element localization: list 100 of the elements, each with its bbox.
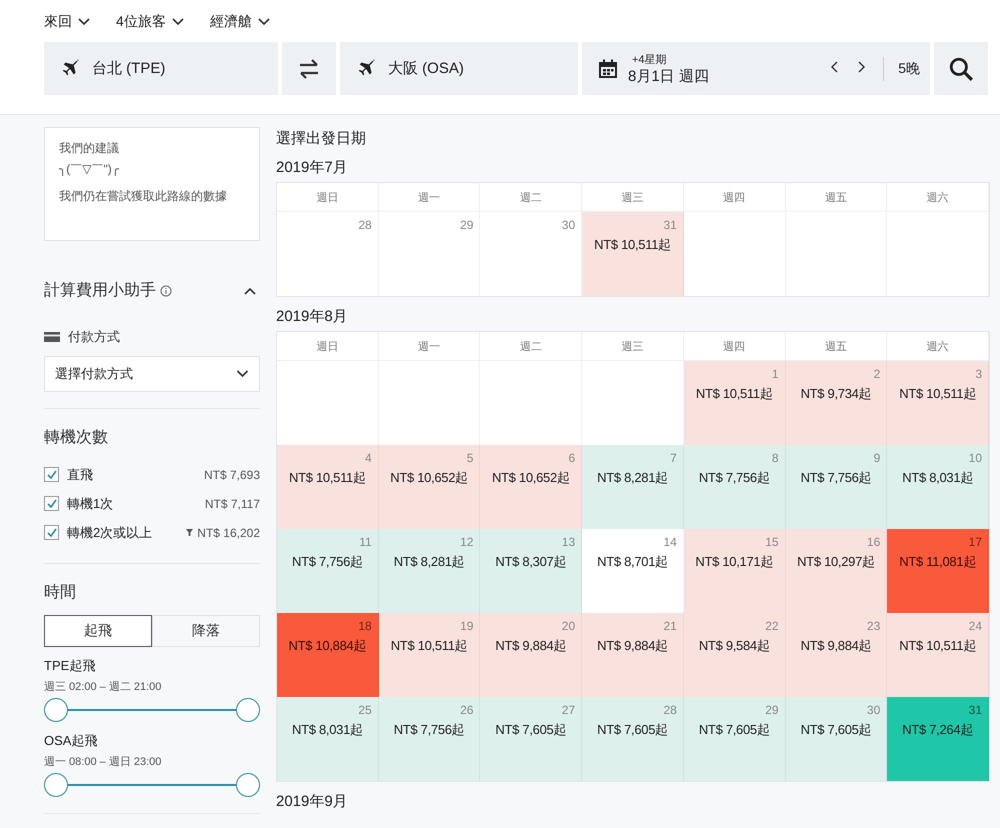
slider-handle[interactable] [44,698,68,722]
swap-button[interactable] [282,42,336,95]
range-value: 週三 02:00 – 週二 21:00 [44,680,162,694]
checkbox[interactable] [44,525,59,540]
day-cell[interactable]: 30 NT$ 7,605起 [786,697,888,781]
day-cell[interactable]: 21 NT$ 9,884起 [582,613,684,697]
day-cell[interactable]: 13 NT$ 8,307起 [480,529,582,613]
day-cell[interactable]: 12 NT$ 8,281起 [378,529,480,613]
month-heading: 2019年8月 [276,307,349,326]
day-number: 13 [562,535,576,549]
day-cell[interactable]: 27 NT$ 7,605起 [480,697,582,781]
toggle-tab[interactable]: 起飛 [44,615,152,647]
price-text: NT$ 7,605起 [698,721,770,739]
dropdown-button[interactable]: 經濟艙 [210,13,270,31]
day-number: 21 [663,619,677,633]
nights-label[interactable]: 5晚 [898,60,920,78]
chevron-down-icon [236,370,249,378]
day-number: 15 [765,535,779,549]
day-number: 16 [866,535,880,549]
chevron-right-icon [857,61,866,73]
origin-field[interactable]: 台北 (TPE) [44,42,278,95]
price-text: NT$ 8,031起 [292,721,363,739]
dropdown-button[interactable]: 4位旅客 [116,13,184,31]
day-cell[interactable]: 22 NT$ 9,584起 [684,613,786,697]
day-cell[interactable]: 25 NT$ 8,031起 [277,697,379,781]
price-text: NT$ 10,297起 [797,553,875,571]
day-cell[interactable]: 7 NT$ 8,281起 [582,445,684,529]
day-number: 8 [772,451,779,465]
price-text: NT$ 16,202 [197,526,260,540]
toggle-tab[interactable]: 降落 [152,615,260,647]
day-number: 2 [874,367,880,381]
day-cell[interactable]: 16 NT$ 10,297起 [786,529,888,613]
day-number: 10 [968,451,982,465]
day-number: 31 [968,703,982,717]
price-text: NT$ 7,264起 [902,721,973,739]
checkbox[interactable] [44,467,59,482]
slider-handle[interactable] [236,698,260,722]
day-cell[interactable]: 11 NT$ 7,756起 [277,529,379,613]
day-cell[interactable]: 15 NT$ 10,171起 [684,529,786,613]
price-text: NT$ 10,652起 [492,469,570,487]
day-cell[interactable]: 23 NT$ 9,884起 [786,613,888,697]
suggestion-title: 我們的建議 [59,140,120,157]
calendar-title: 選擇出發日期 [276,129,367,148]
date-flex-label: +4星期 [632,52,668,66]
month-heading: 2019年7月 [276,158,349,177]
checkbox[interactable] [44,496,59,511]
day-cell[interactable]: 29 NT$ 7,605起 [684,697,786,781]
day-cell[interactable]: 31 NT$ 10,511起 [582,212,684,296]
date-field[interactable]: +4星期 8月1日 週四 [628,52,818,86]
price-text: NT$ 10,511起 [289,469,366,487]
destination-field[interactable]: 大阪 (OSA) [340,42,578,95]
day-number: 27 [562,703,576,717]
day-number: 6 [568,451,576,465]
day-number: 4 [365,451,372,465]
date-value: 8月1日 週四 [628,66,710,86]
price-text: NT$ 7,605起 [800,721,872,739]
day-cell[interactable]: 3 NT$ 10,511起 [887,361,989,445]
payment-select[interactable]: 選擇付款方式 [44,356,260,392]
month-heading: 2019年9月 [276,792,349,811]
day-number: 30 [562,218,576,232]
day-cell[interactable]: 24 NT$ 10,511起 [887,613,989,697]
day-cell[interactable]: 20 NT$ 9,884起 [480,613,582,697]
price-text: NT$ 7,756起 [800,469,872,487]
price-text: NT$ 7,605起 [597,721,668,739]
day-cell[interactable]: 4 NT$ 10,511起 [277,445,379,529]
slider-handle[interactable] [44,773,68,797]
search-button[interactable] [934,42,988,95]
price-text: NT$ 10,884起 [288,637,366,655]
day-cell[interactable]: 2 NT$ 9,734起 [786,361,888,445]
section-heading: 時間 [44,582,77,603]
day-number: 29 [765,703,779,717]
day-number: 20 [562,619,576,633]
price-text: NT$ 8,281起 [394,553,464,571]
slider-handle[interactable] [236,773,260,797]
day-cell[interactable]: 8 NT$ 7,756起 [684,445,786,529]
credit-card-icon [44,332,60,342]
price-text: NT$ 8,281起 [597,469,668,487]
day-number: 19 [460,619,474,633]
chevron-down-icon [172,18,184,26]
price-text: NT$ 10,511起 [899,637,976,655]
day-number: 9 [874,451,880,465]
day-cell[interactable]: 1 NT$ 10,511起 [684,361,786,445]
day-cell[interactable]: 10 NT$ 8,031起 [887,445,989,529]
day-cell[interactable]: 18 NT$ 10,884起 [277,613,379,697]
day-number: 26 [460,703,474,717]
price-text: NT$ 10,511起 [594,236,671,254]
day-cell[interactable]: 26 NT$ 7,756起 [378,697,480,781]
day-cell[interactable]: 17 NT$ 11,081起 [887,529,989,613]
day-cell[interactable]: 5 NT$ 10,652起 [378,445,480,529]
dropdown-button[interactable]: 來回 [44,13,90,31]
price-text: NT$ 9,884起 [800,637,872,655]
day-cell[interactable]: 28 NT$ 7,605起 [582,697,684,781]
price-text: NT$ 11,081起 [899,553,976,571]
day-cell[interactable]: 9 NT$ 7,756起 [786,445,888,529]
price-text: NT$ 7,756起 [292,553,363,571]
day-cell[interactable]: 6 NT$ 10,652起 [480,445,582,529]
day-cell[interactable]: 19 NT$ 10,511起 [378,613,480,697]
day-cell[interactable]: 31 NT$ 7,264起 [887,697,989,781]
range-value: 週一 08:00 – 週日 23:00 [44,755,162,769]
price-text: NT$ 8,307起 [495,553,566,571]
